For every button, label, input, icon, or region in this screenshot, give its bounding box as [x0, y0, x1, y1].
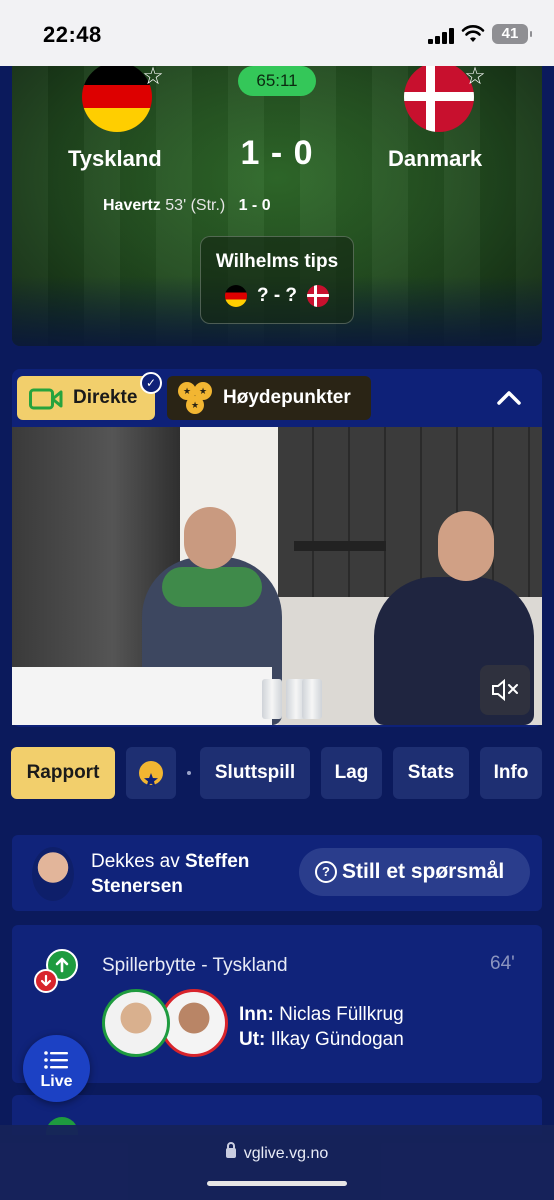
url-display[interactable]: vglive.vg.no — [0, 1142, 554, 1163]
player-in-avatar — [102, 989, 170, 1057]
live-menu-button[interactable]: Live — [23, 1035, 90, 1102]
nav-stats[interactable]: Stats — [393, 747, 469, 799]
highlights-stars-icon: ★ ★ ★ — [178, 382, 212, 414]
goal-minute: 53' (Str.) — [165, 197, 226, 214]
reporter-last-name: Stenersen — [91, 876, 183, 897]
event-minute: 64' — [490, 953, 515, 974]
browser-address-bar[interactable]: vglive.vg.no — [0, 1125, 554, 1200]
reporter-avatar — [32, 847, 74, 901]
in-label: Inn: — [239, 1004, 274, 1025]
live-menu-label: Live — [40, 1073, 73, 1090]
substitution-details: Inn: Niclas Füllkrug Ut: Ilkay Gündogan — [239, 1002, 404, 1052]
status-bar: 22:48 41 — [0, 0, 554, 66]
scoreboard: ☆ 65:11 ☆ Tyskland 1 - 0 Danmark Havertz… — [12, 66, 542, 346]
reporter-prefix: Dekkes av — [91, 851, 185, 872]
away-team-name: Danmark — [388, 146, 483, 171]
denmark-flag-icon — [307, 285, 330, 307]
reporter-first-name: Steffen — [184, 851, 250, 872]
nav-rapport[interactable]: Rapport — [11, 747, 115, 799]
tab-direkte-label: Direkte — [73, 387, 138, 408]
svg-text:★: ★ — [183, 387, 191, 397]
ask-question-label: Still et spørsmål — [342, 860, 505, 883]
live-video-player[interactable] — [12, 427, 542, 725]
substitution-event-card: Spillerbytte - Tyskland 64' Inn: Niclas … — [12, 925, 542, 1083]
wilhelms-tips-card[interactable]: Wilhelms tips ? - ? — [200, 236, 354, 324]
tab-hoydepunkter-label: Høydepunkter — [223, 387, 351, 408]
player-out-name: Ilkay Gündogan — [270, 1029, 404, 1050]
checkmark-icon: ✓ — [140, 372, 162, 394]
ask-question-button[interactable]: ? Still et spørsmål — [299, 848, 530, 896]
status-time: 22:48 — [43, 22, 102, 47]
player-in-name: Niclas Füllkrug — [279, 1004, 404, 1025]
arrow-down-icon — [34, 969, 58, 993]
match-score: 1 - 0 — [240, 134, 314, 172]
home-indicator[interactable] — [207, 1181, 347, 1186]
lock-icon — [225, 1142, 236, 1158]
event-title: Spillerbytte - Tyskland — [102, 955, 288, 976]
goal-scorer-line: Havertz 53' (Str.) 1 - 0 — [103, 197, 271, 215]
list-icon — [44, 1051, 68, 1069]
nav-info[interactable]: Info — [480, 747, 542, 799]
media-panel: Direkte ✓ ★ ★ ★ Høydepunkter — [12, 369, 542, 727]
home-team-name: Tyskland — [68, 146, 162, 171]
svg-text:★: ★ — [191, 401, 199, 411]
match-clock: 65:11 — [238, 66, 316, 96]
reporter-card: Dekkes av Steffen Stenersen ? Still et s… — [12, 835, 542, 911]
nav-favorites[interactable] — [126, 747, 176, 799]
cellular-signal-icon — [428, 28, 456, 44]
svg-text:★: ★ — [199, 387, 207, 397]
favorite-away-star-icon[interactable]: ☆ — [462, 66, 488, 90]
tab-hoydepunkter[interactable]: ★ ★ ★ Høydepunkter — [167, 376, 371, 420]
reporter-text: Dekkes av Steffen Stenersen — [91, 849, 249, 899]
tips-score: ? - ? — [256, 285, 298, 306]
germany-flag-icon — [224, 285, 247, 307]
nav-lag[interactable]: Lag — [321, 747, 382, 799]
speaker-muted-icon — [492, 678, 518, 702]
separator-dot — [187, 771, 191, 775]
out-label: Ut: — [239, 1029, 266, 1050]
goal-scorer: Havertz — [103, 197, 161, 214]
url-text: vglive.vg.no — [243, 1145, 329, 1162]
chevron-up-icon[interactable] — [494, 383, 524, 413]
favorite-home-star-icon[interactable]: ☆ — [140, 66, 166, 90]
battery-indicator: 41 — [492, 24, 532, 44]
tips-title: Wilhelms tips — [215, 251, 339, 272]
goal-score: 1 - 0 — [238, 197, 271, 214]
player-out-avatar — [160, 989, 228, 1057]
nav-sluttspill[interactable]: Sluttspill — [200, 747, 310, 799]
tab-direkte[interactable]: Direkte ✓ — [17, 372, 162, 420]
question-icon: ? — [315, 861, 337, 883]
video-camera-icon — [29, 388, 63, 410]
star-icon — [139, 761, 163, 787]
wifi-icon — [461, 25, 485, 42]
mute-toggle-button[interactable] — [480, 665, 530, 715]
